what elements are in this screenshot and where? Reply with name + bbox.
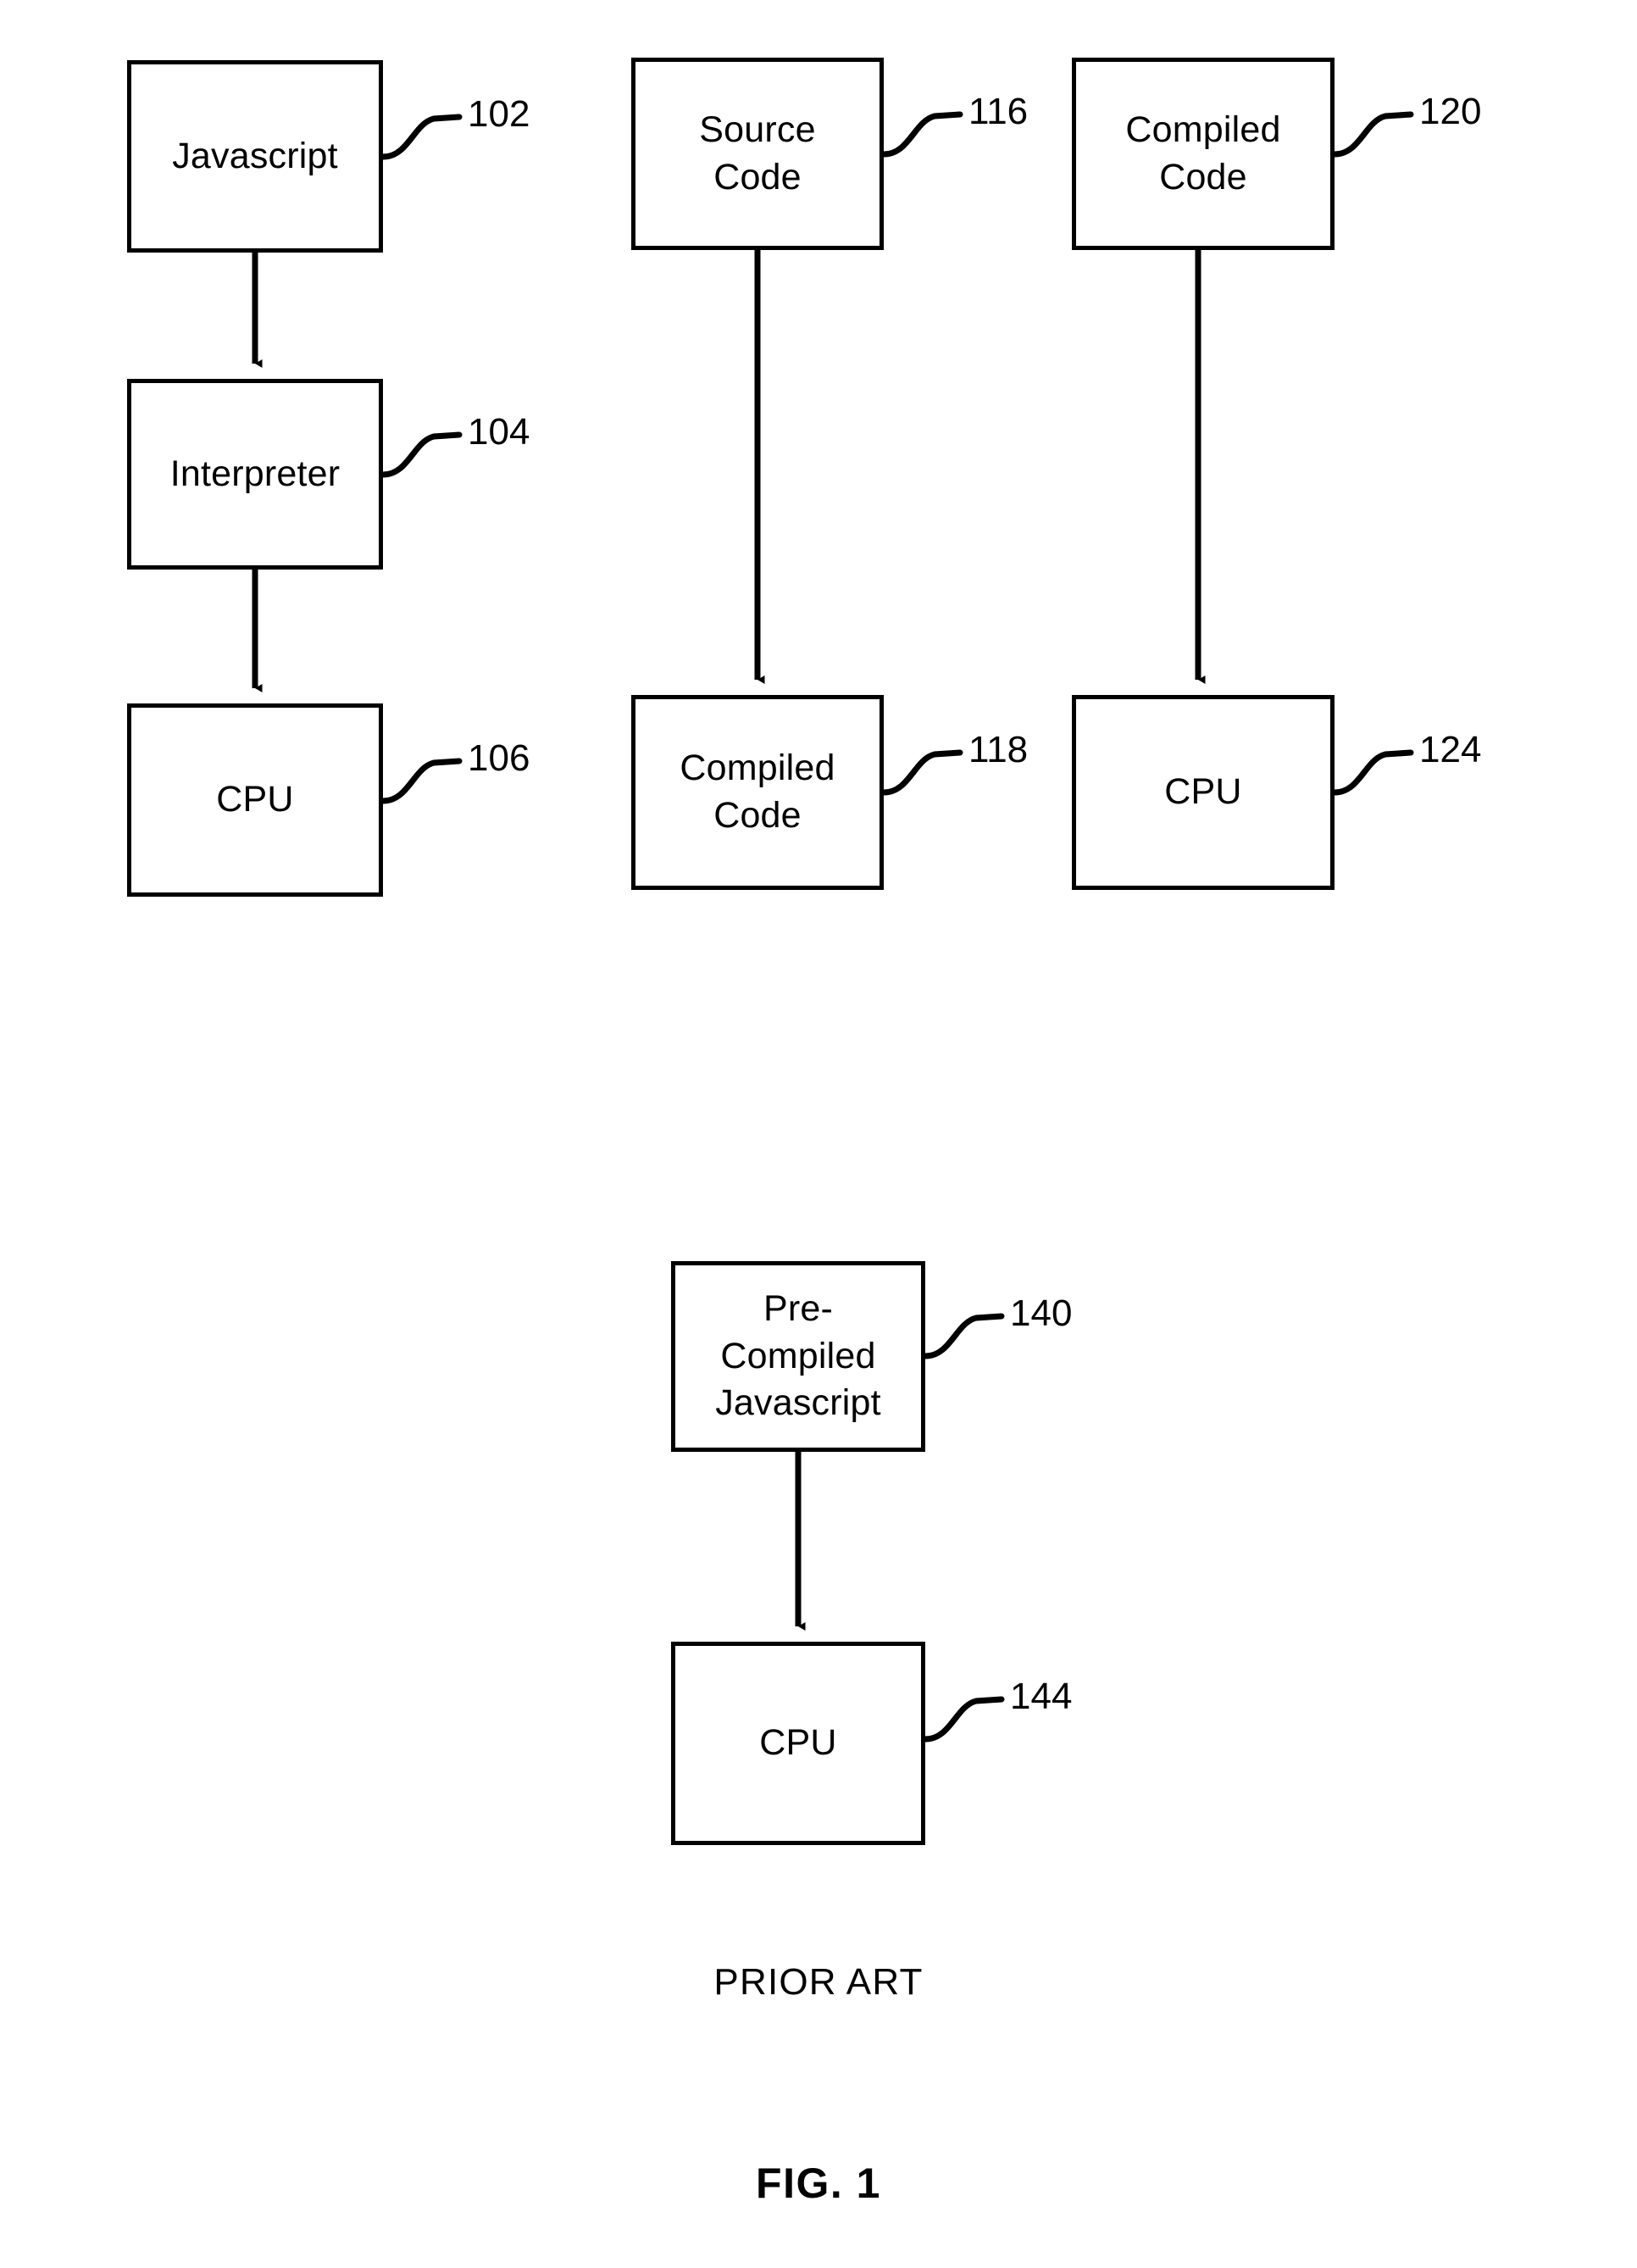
node-compiled-code-output: Compiled Code <box>631 695 884 890</box>
figure-caption: FIG. 1 <box>756 2160 881 2207</box>
leader-line-118 <box>880 749 963 796</box>
reference-numeral-106: 106 <box>468 737 530 779</box>
node-cpu-interpreted: CPU <box>127 703 383 897</box>
node-source-code-label-line-1: Source <box>699 108 816 150</box>
reference-numeral-124: 124 <box>1419 729 1482 770</box>
node-compiled-code-input-label-line-2: Code <box>1159 156 1247 197</box>
prior-art-note: PRIOR ART <box>713 1961 924 2003</box>
leader-line-144 <box>922 1696 1005 1743</box>
node-interpreter-label: Interpreter <box>169 453 341 494</box>
reference-numeral-144: 144 <box>1010 1676 1073 1717</box>
leader-line-102 <box>380 114 463 160</box>
leader-line-120 <box>1331 111 1414 158</box>
node-compiled-code-input: Compiled Code <box>1072 58 1335 250</box>
node-pre-compiled-javascript: Pre- Compiled Javascript <box>671 1261 925 1452</box>
node-pre-compiled-javascript-label-line-2: Compiled <box>720 1335 876 1376</box>
leader-line-116 <box>880 111 963 158</box>
node-interpreter: Interpreter <box>127 379 383 570</box>
node-pre-compiled-javascript-label-line-1: Pre- <box>763 1287 834 1329</box>
node-cpu-compiled: CPU <box>1072 695 1335 890</box>
node-cpu-precompiled-label: CPU <box>759 1722 837 1764</box>
leader-line-124 <box>1331 749 1414 796</box>
node-compiled-code-input-label-line-1: Compiled <box>1125 108 1281 150</box>
reference-numeral-118: 118 <box>968 729 1029 770</box>
node-compiled-code-output-label-line-2: Code <box>713 795 802 836</box>
reference-numeral-120: 120 <box>1419 91 1482 132</box>
node-cpu-compiled-label: CPU <box>1164 771 1242 813</box>
node-cpu-interpreted-label: CPU <box>216 779 294 820</box>
leader-line-106 <box>380 758 463 804</box>
node-compiled-code-output-label-line-1: Compiled <box>680 748 835 789</box>
reference-numeral-140: 140 <box>1010 1292 1073 1334</box>
leader-line-140 <box>922 1313 1005 1359</box>
node-pre-compiled-javascript-label-line-3: Javascript <box>715 1382 881 1424</box>
node-source-code-label-line-2: Code <box>713 156 802 197</box>
reference-numeral-102: 102 <box>468 93 530 135</box>
connector-layer <box>252 111 1414 1743</box>
node-cpu-precompiled: CPU <box>671 1642 925 1845</box>
node-source-code: Source Code <box>631 58 884 250</box>
node-javascript: Javascript <box>127 60 383 253</box>
reference-numeral-116: 116 <box>968 91 1029 132</box>
node-javascript-label: Javascript <box>172 135 338 176</box>
reference-numeral-104: 104 <box>468 411 530 453</box>
leader-line-104 <box>380 431 463 478</box>
patent-figure-1: Javascript 102 Interpreter 104 CPU 106 S… <box>0 0 1637 2268</box>
